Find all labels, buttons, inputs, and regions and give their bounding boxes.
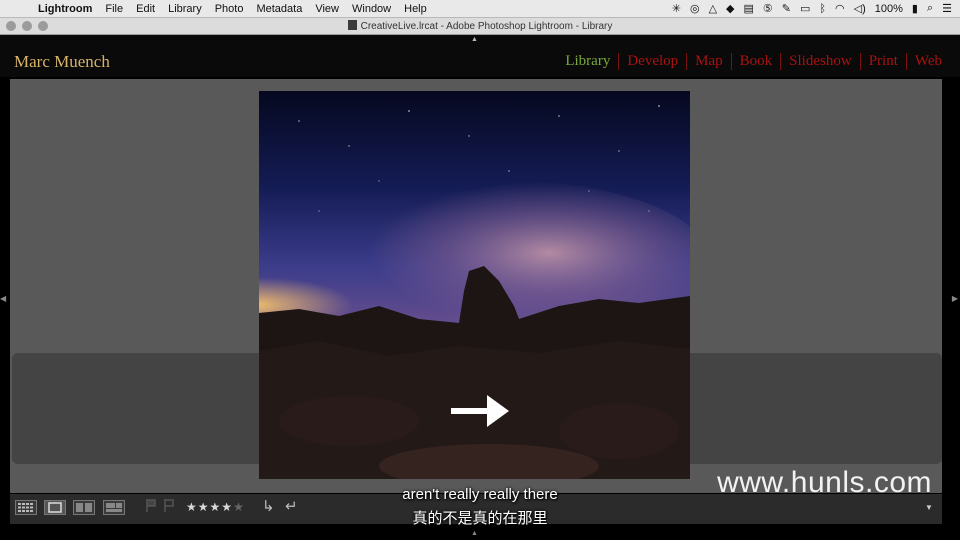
- search-icon[interactable]: ⌕: [927, 2, 933, 15]
- status-area: ✳ ◎ △ ◆ ▤ ⑤ ✎ ▭ ᛒ ◠ ◁) 100% ▮ ⌕ ☰: [672, 0, 952, 17]
- menu-window[interactable]: Window: [352, 3, 391, 15]
- menu-bar: Lightroom File Edit Library Photo Metada…: [0, 0, 960, 18]
- menu-photo[interactable]: Photo: [215, 3, 244, 15]
- arrow-right-icon: [451, 395, 509, 427]
- brightness-icon[interactable]: ✳: [672, 2, 681, 15]
- identity-plate: Marc Muench: [14, 52, 110, 71]
- menu-file[interactable]: File: [105, 3, 123, 15]
- clipboard-icon[interactable]: ▤: [744, 2, 754, 15]
- module-map[interactable]: Map: [686, 53, 731, 70]
- menu-edit[interactable]: Edit: [136, 3, 155, 15]
- window-title-text: CreativeLive.lrcat - Adobe Photoshop Lig…: [360, 21, 613, 32]
- module-picker: Library Develop Map Book Slideshow Print…: [557, 53, 950, 70]
- battery-percent: 100%: [874, 2, 903, 15]
- subtitle-chinese: 真的不是真的在那里: [412, 510, 548, 527]
- menu-metadata[interactable]: Metadata: [256, 3, 302, 15]
- menu-view[interactable]: View: [315, 3, 339, 15]
- left-panel-toggle-icon[interactable]: ◀: [0, 294, 6, 303]
- module-book[interactable]: Book: [730, 53, 781, 70]
- watermark: www.hunls.com: [717, 466, 932, 499]
- battery-icon[interactable]: ▮: [912, 2, 918, 15]
- module-print[interactable]: Print: [859, 53, 906, 70]
- menu-help[interactable]: Help: [404, 3, 427, 15]
- module-web[interactable]: Web: [905, 53, 950, 70]
- window-titlebar: CreativeLive.lrcat - Adobe Photoshop Lig…: [0, 18, 960, 35]
- airplay-icon[interactable]: ▭: [800, 2, 810, 15]
- menu-lightroom[interactable]: Lightroom: [38, 3, 92, 15]
- document-icon: [347, 20, 357, 30]
- filmstrip-toggle-icon[interactable]: ▲: [471, 530, 478, 537]
- module-slideshow[interactable]: Slideshow: [780, 53, 860, 70]
- list-icon[interactable]: ☰: [942, 2, 952, 15]
- script-icon[interactable]: ⑤: [763, 2, 773, 15]
- right-panel-toggle-icon[interactable]: ▶: [952, 294, 958, 303]
- volume-icon[interactable]: ◁): [854, 2, 866, 15]
- top-panel-toggle-icon[interactable]: ▲: [471, 36, 478, 43]
- module-library[interactable]: Library: [557, 53, 618, 70]
- module-develop[interactable]: Develop: [618, 53, 686, 70]
- window-title: CreativeLive.lrcat - Adobe Photoshop Lig…: [0, 20, 960, 32]
- menu-library[interactable]: Library: [168, 3, 202, 15]
- drive-icon[interactable]: △: [709, 2, 717, 15]
- bluetooth-icon[interactable]: ᛒ: [819, 3, 826, 15]
- wifi-icon[interactable]: ◠: [835, 2, 845, 15]
- dropbox-icon[interactable]: ◆: [726, 2, 734, 15]
- tools-icon[interactable]: ✎: [782, 2, 791, 15]
- camera-icon[interactable]: ◎: [690, 2, 700, 15]
